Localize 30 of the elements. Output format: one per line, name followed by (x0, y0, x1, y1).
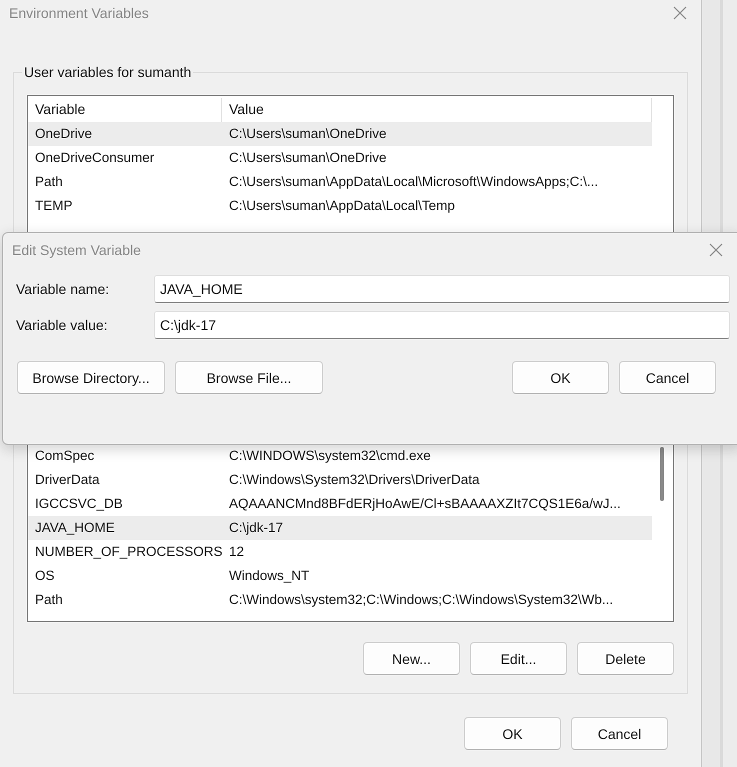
dialog-button[interactable]: OK (464, 717, 561, 750)
list-row[interactable]: TEMP C:\Users\suman\AppData\Local\Temp (28, 194, 652, 218)
dialog-button[interactable]: Cancel (571, 717, 668, 750)
dialog-title: Edit System Variable (12, 242, 141, 258)
close-icon[interactable] (673, 6, 687, 20)
browse-button[interactable]: Browse File... (175, 361, 323, 394)
close-icon[interactable] (709, 243, 723, 257)
list-row[interactable]: OneDriveConsumer C:\Users\suman\OneDrive (28, 146, 652, 170)
list-row[interactable]: JAVA_HOME C:\jdk-17 (28, 516, 652, 540)
list-row[interactable]: DriverData C:\Windows\System32\Drivers\DriverData (28, 468, 652, 492)
list-row[interactable]: Path C:\Windows\system32;C:\Windows;C:\Windows\System32\Wb... (28, 588, 652, 612)
field-label: Variable value: (16, 317, 109, 333)
dialog-button[interactable]: Cancel (619, 361, 716, 394)
list-row[interactable]: NUMBER_OF_PROCESSORS 12 (28, 540, 652, 564)
input-field[interactable]: JAVA_HOME (154, 275, 730, 303)
field-label: Variable name: (16, 281, 110, 297)
list-row[interactable]: ComSpec C:\WINDOWS\system32\cmd.exe (28, 444, 652, 468)
list-button[interactable]: Edit... (470, 642, 567, 675)
list-row[interactable]: OS Windows_NT (28, 564, 652, 588)
group-label: User variables for sumanth (22, 64, 194, 80)
list-button[interactable]: Delete (577, 642, 674, 675)
list-button[interactable]: New... (363, 642, 460, 675)
list-row[interactable]: OneDrive C:\Users\suman\OneDrive (28, 122, 652, 146)
input-field[interactable]: C:\jdk-17 (154, 311, 730, 339)
list-row[interactable]: IGCCSVC_DB AQAAANCMnd8BFdERjHoAwE/Cl+sBAAAAXZIt7CQS1E6a/wJ... (28, 492, 652, 516)
list-row[interactable]: Path C:\Users\suman\AppData\Local\Microsoft\WindowsApps;C:\... (28, 170, 652, 194)
browse-button[interactable]: Browse Directory... (17, 361, 165, 394)
scrollbar-thumb[interactable] (660, 447, 664, 501)
dialog-button[interactable]: OK (512, 361, 609, 394)
window-title: Environment Variables (9, 5, 149, 21)
